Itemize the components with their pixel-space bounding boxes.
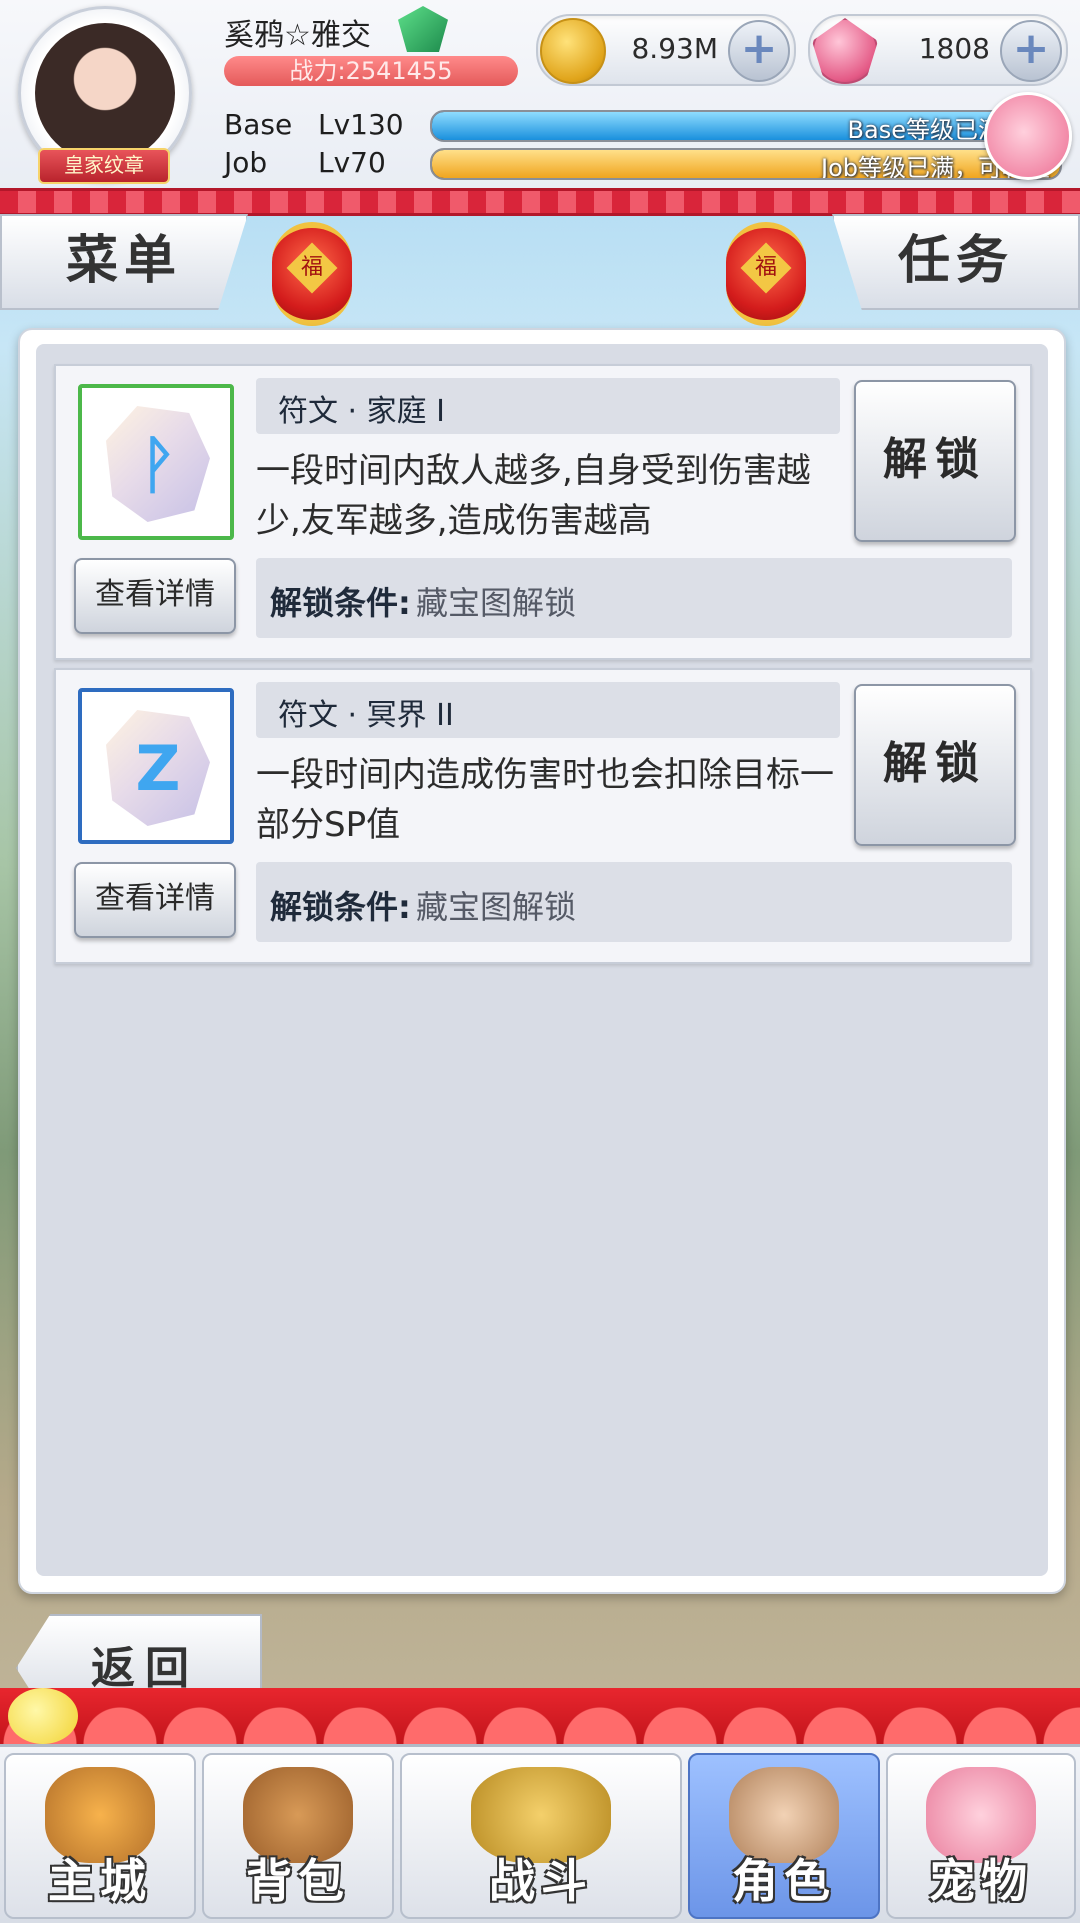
rune-icon-frame[interactable]: ᚹ [78,384,234,540]
rune-icon-frame[interactable]: Z [78,688,234,844]
nav-label: 宠物 [929,1854,1033,1908]
gem-icon [812,18,878,84]
rune-title: 符文 · 冥界 II [278,698,454,733]
menu-button[interactable]: 菜单 [0,214,248,310]
condition-label: 解锁条件: [270,888,411,926]
unlock-button[interactable]: 解锁 [854,380,1016,542]
base-label: Base [224,108,293,141]
nav-battle[interactable]: 战斗 [400,1753,682,1919]
royal-badge: 皇家纹章 [38,148,170,184]
player-name: 奚鸦☆雅交 [224,18,371,53]
task-button[interactable]: 任务 [832,214,1080,310]
rune-card: ᚹ 符文 · 家庭 I 一段时间内敌人越多,自身受到伤害越少,友军越多,造成伤害… [54,364,1032,660]
avatar[interactable] [35,23,175,163]
zeny-counter: 8.93M + [536,14,796,86]
nav-backpack[interactable]: 背包 [202,1753,394,1919]
pet-shortcut-icon[interactable] [984,92,1072,180]
lantern-char: 福 [300,254,324,280]
add-gem-button[interactable]: + [1000,20,1062,82]
bottom-navigation: 主城 背包 战斗 角色 宠物 [0,1744,1080,1923]
rune-list: ᚹ 符文 · 家庭 I 一段时间内敌人越多,自身受到伤害越少,友军越多,造成伤害… [36,344,1048,1576]
lantern-icon: 福 [726,222,806,326]
festive-trim [0,188,1080,216]
base-exp-bar: Base等级已满，可 [430,110,1062,142]
zeny-coin-icon [540,18,606,84]
job-label: Job [224,146,268,179]
base-level: Lv130 [318,108,404,141]
combat-power: 战力:2541455 [224,56,518,86]
unlock-condition: 解锁条件: 藏宝图解锁 [256,862,1012,942]
rune-stone-icon: ᚹ [106,406,210,522]
lantern-icon: 福 [272,222,352,326]
gem-value: 1808 [918,32,990,65]
rune-title: 符文 · 家庭 I [278,394,445,429]
rune-title-box: 符文 · 家庭 I [256,378,840,434]
nav-label: 战斗 [489,1854,593,1908]
nav-label: 角色 [732,1854,836,1908]
view-details-button[interactable]: 查看详情 [74,862,236,938]
rune-stone-icon: Z [106,710,210,826]
view-details-button[interactable]: 查看详情 [74,558,236,634]
condition-label: 解锁条件: [270,584,411,622]
nav-character[interactable]: 角色 [688,1753,880,1919]
condition-value: 藏宝图解锁 [416,888,577,926]
condition-value: 藏宝图解锁 [416,584,577,622]
zeny-value: 8.93M [631,32,718,65]
rune-glyph: Z [135,732,181,805]
add-zeny-button[interactable]: + [728,20,790,82]
nav-label: 背包 [246,1854,350,1908]
top-status-bar: 皇家纹章 奚鸦☆雅交 战力:2541455 8.93M + 1808 + Bas… [0,0,1080,192]
rune-title-box: 符文 · 冥界 II [256,682,840,738]
rune-glyph: ᚹ [139,428,177,501]
unlock-button[interactable]: 解锁 [854,684,1016,846]
rune-description: 一段时间内敌人越多,自身受到伤害越少,友军越多,造成伤害越高 [256,451,811,541]
gem-counter: 1808 + [808,14,1068,86]
nav-main-city[interactable]: 主城 [4,1753,196,1919]
chick-icon [8,1688,78,1744]
nav-label: 主城 [48,1854,152,1908]
job-level: Lv70 [318,146,386,179]
lantern-char: 福 [754,254,778,280]
rune-card: Z 符文 · 冥界 II 一段时间内造成伤害时也会扣除目标一部分SP值 解锁 查… [54,668,1032,964]
rank-emblem-icon [398,6,448,52]
festive-cloud-trim [0,1688,1080,1744]
unlock-condition: 解锁条件: 藏宝图解锁 [256,558,1012,638]
rune-panel: ᚹ 符文 · 家庭 I 一段时间内敌人越多,自身受到伤害越少,友军越多,造成伤害… [18,328,1066,1594]
job-exp-bar: Job等级已满，可转生 [430,148,1062,180]
rune-description: 一段时间内造成伤害时也会扣除目标一部分SP值 [256,755,834,845]
nav-pet[interactable]: 宠物 [886,1753,1076,1919]
